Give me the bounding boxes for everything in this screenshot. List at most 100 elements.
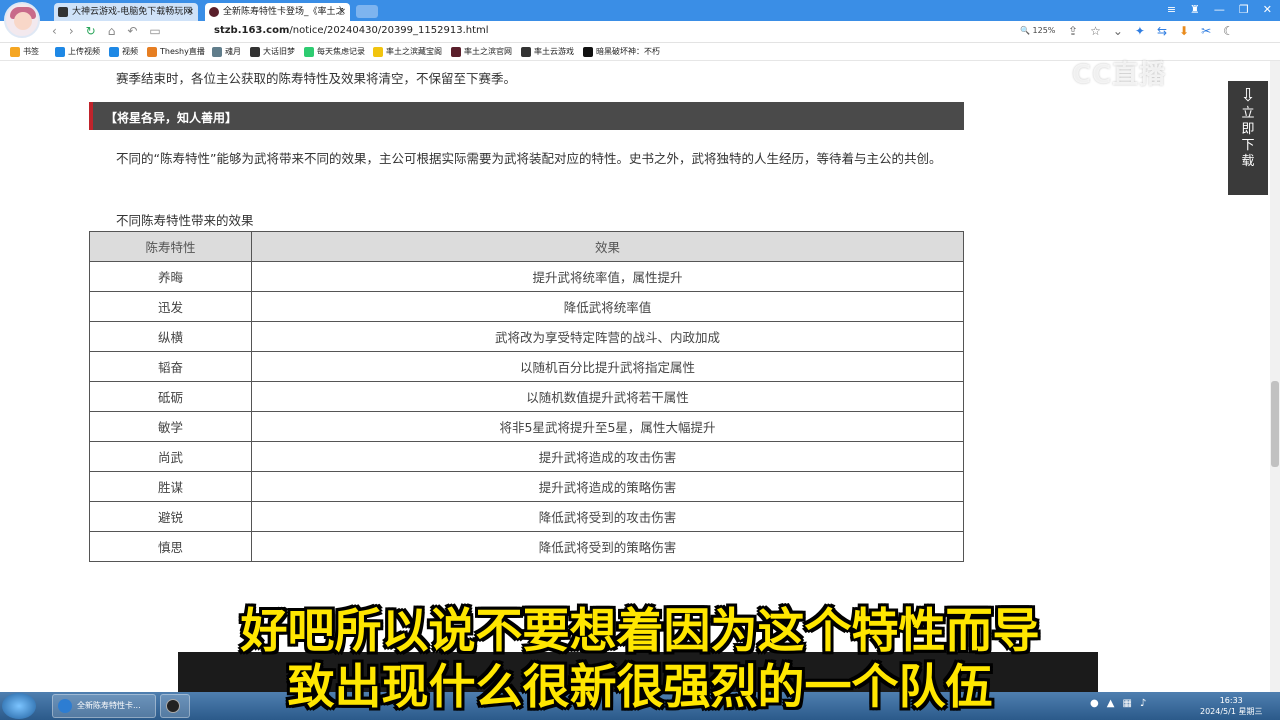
bookmark-label: 上传视频 <box>68 47 100 56</box>
bookmark-label: 视频 <box>122 47 138 56</box>
trait-name: 韬奋 <box>89 351 252 382</box>
tab-close-icon[interactable]: × <box>338 3 346 21</box>
home-icon[interactable]: ⌂ <box>108 24 116 38</box>
bookmark-item[interactable]: 率土之滨藏宝阁 <box>373 45 442 59</box>
body-paragraph: 不同的“陈寿特性”能够为武将带来不同的效果，主公可根据实际需要为武将装配对应的特… <box>116 151 942 166</box>
tab-dashen-cloud-game[interactable]: 大神云游戏-电脑免下载畅玩网 × <box>54 3 198 21</box>
table-row: 迅发 降低武将统率值 <box>89 291 964 322</box>
download-char: 下 <box>1241 138 1255 153</box>
bookmark-icon <box>109 47 119 57</box>
translate-icon[interactable]: ⇆ <box>1157 24 1167 38</box>
bookmark-item[interactable]: 暗黑破坏神：不朽 <box>583 45 660 59</box>
share-icon[interactable]: ⇪ <box>1068 24 1078 38</box>
bookmark-icon <box>373 47 383 57</box>
url-path: /notice/20240430/20399_1152913.html <box>289 25 489 36</box>
tab-label: 大神云游戏-电脑免下载畅玩网 <box>72 7 193 17</box>
bookmark-item[interactable]: 书签 <box>10 45 39 59</box>
zoom-level[interactable]: 🔍 125% <box>1020 26 1055 35</box>
trait-name: 避锐 <box>89 501 252 532</box>
bookmark-star-icon <box>10 47 20 57</box>
bookmark-label: 书签 <box>23 47 39 56</box>
bookmark-item[interactable]: Theshy直播 <box>147 45 205 59</box>
skin-icon[interactable]: ♜ <box>1190 3 1200 16</box>
bookmark-icon <box>212 47 222 57</box>
close-window-icon[interactable]: ✕ <box>1263 3 1272 16</box>
header-effect: 效果 <box>251 231 964 262</box>
table-row: 纵横 武将改为享受特定阵营的战斗、内政加成 <box>89 321 964 352</box>
table-row: 韬奋 以随机百分比提升武将指定属性 <box>89 351 964 382</box>
bookmark-item[interactable]: 率土云游戏 <box>521 45 574 59</box>
table-row: 砥砺 以随机数值提升武将若干属性 <box>89 381 964 412</box>
extension-icon[interactable]: ✦ <box>1135 24 1145 38</box>
traits-table: 陈寿特性 效果 养晦 提升武将统率值，属性提升 迅发 降低武将统率值 纵横 武将改为享… <box>89 231 964 562</box>
download-icon[interactable]: ⬇ <box>1179 24 1189 38</box>
forward-icon[interactable]: › <box>69 24 74 38</box>
trait-effect: 以随机数值提升武将若干属性 <box>251 381 964 412</box>
tab-label: 全新陈寿特性卡登场_《率土之 <box>223 7 345 17</box>
star-icon[interactable]: ☆ <box>1090 24 1101 38</box>
download-now-button[interactable]: ⇩ 立 即 下 载 <box>1228 81 1268 195</box>
trait-effect: 提升武将造成的策略伤害 <box>251 471 964 502</box>
trait-name: 迅发 <box>89 291 252 322</box>
maximize-icon[interactable]: ❐ <box>1239 3 1249 16</box>
trait-effect: 提升武将统率值，属性提升 <box>251 261 964 292</box>
trait-effect: 降低武将统率值 <box>251 291 964 322</box>
dropdown-icon[interactable]: ⌄ <box>1113 24 1123 38</box>
reading-mode-icon[interactable]: ▭ <box>149 24 160 38</box>
trait-effect: 以随机百分比提升武将指定属性 <box>251 351 964 382</box>
toolbar-right: ⇪ ☆ ⌄ ✦ ⇆ ⬇ ✂ ☾ <box>1068 24 1234 38</box>
download-char: 载 <box>1241 154 1255 169</box>
header-trait: 陈寿特性 <box>89 231 252 262</box>
trait-name: 纵横 <box>89 321 252 352</box>
bookmark-icon <box>583 47 593 57</box>
tab-stzb-notice[interactable]: 全新陈寿特性卡登场_《率土之 × <box>205 3 350 21</box>
bookmark-label: 率土之滨官网 <box>464 47 512 56</box>
download-char: 即 <box>1241 122 1255 137</box>
bookmark-icon <box>304 47 314 57</box>
banner-accent <box>89 102 93 130</box>
trait-effect: 降低武将受到的策略伤害 <box>251 531 964 562</box>
bookmark-item[interactable]: 率土之滨官网 <box>451 45 512 59</box>
bookmark-item[interactable]: 视频 <box>109 45 138 59</box>
table-row: 尚武 提升武将造成的攻击伤害 <box>89 441 964 472</box>
table-row: 胜谋 提升武将造成的策略伤害 <box>89 471 964 502</box>
back-icon[interactable]: ‹ <box>52 24 57 38</box>
avatar-face <box>14 12 32 30</box>
bookmark-label: Theshy直播 <box>160 47 205 56</box>
section-banner: 【将星各异，知人善用】 <box>89 102 964 130</box>
bookmark-item[interactable]: 大话旧梦 <box>250 45 295 59</box>
menu-icon[interactable]: ≡ <box>1167 3 1176 16</box>
table-header-row: 陈寿特性 效果 <box>89 231 964 262</box>
undo-icon[interactable]: ↶ <box>127 24 137 38</box>
trait-effect: 提升武将造成的攻击伤害 <box>251 441 964 472</box>
new-tab-button[interactable] <box>356 5 378 18</box>
bookmark-icon <box>521 47 531 57</box>
zoom-value: 125% <box>1032 26 1056 35</box>
trait-name: 砥砺 <box>89 381 252 412</box>
dashen-favicon-icon <box>58 7 68 17</box>
tab-close-icon[interactable]: × <box>186 3 194 21</box>
intro-paragraph: 赛季结束时，各位主公获取的陈寿特性及效果将清空，不保留至下赛季。 <box>116 71 517 86</box>
scrollbar-thumb[interactable] <box>1271 381 1279 467</box>
trait-name: 慎思 <box>89 531 252 562</box>
bookmark-item[interactable]: 魂月 <box>212 45 241 59</box>
subtitle-line-2: 致出现什么很新很强烈的一个队伍 <box>287 660 993 715</box>
stream-watermark: CC直播 <box>1072 60 1167 90</box>
trait-name: 养晦 <box>89 261 252 292</box>
bookmark-label: 率土云游戏 <box>534 47 574 56</box>
stzb-favicon-icon <box>209 7 219 17</box>
refresh-icon[interactable]: ↻ <box>86 24 96 38</box>
bookmark-label: 大话旧梦 <box>263 47 295 56</box>
night-mode-icon[interactable]: ☾ <box>1223 24 1234 38</box>
bookmark-icon <box>55 47 65 57</box>
bookmark-item[interactable]: 每天焦虑记录 <box>304 45 365 59</box>
trait-effect: 武将改为享受特定阵营的战斗、内政加成 <box>251 321 964 352</box>
tools-icon[interactable]: ✂ <box>1201 24 1211 38</box>
bookmark-item[interactable]: 上传视频 <box>55 45 100 59</box>
address-bar[interactable]: stzb.163.com/notice/20240430/20399_11529… <box>214 25 489 36</box>
trait-effect: 降低武将受到的攻击伤害 <box>251 501 964 532</box>
user-avatar[interactable] <box>4 2 40 38</box>
minimize-icon[interactable]: — <box>1214 3 1225 16</box>
bookmark-icon <box>451 47 461 57</box>
trait-name: 敏学 <box>89 411 252 442</box>
